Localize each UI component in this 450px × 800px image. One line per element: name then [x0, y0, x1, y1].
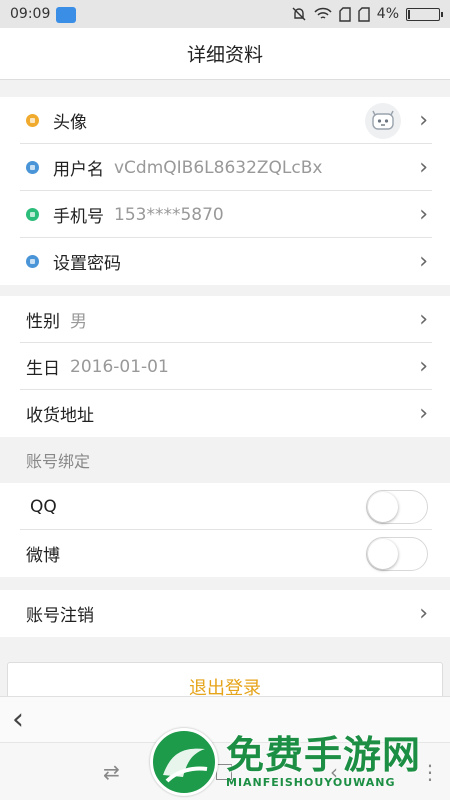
- chevron-right-icon: ›: [419, 107, 428, 133]
- profile-group: 头像 › 用户名 vCdmQIB6L8632ZQLcBx › 手机号 153**…: [0, 97, 450, 285]
- password-row[interactable]: 设置密码 ›: [0, 238, 450, 285]
- binding-section-title: 账号绑定: [0, 437, 450, 483]
- cancel-account-group: 账号注销 ›: [0, 590, 450, 637]
- avatar-row[interactable]: 头像 ›: [0, 97, 450, 144]
- qq-row: QQ: [0, 483, 450, 530]
- gender-row[interactable]: 性别 男 ›: [0, 296, 450, 343]
- avatar-face-icon: [372, 110, 394, 130]
- back-icon[interactable]: ‹: [12, 704, 24, 735]
- chevron-right-icon: ›: [419, 154, 428, 180]
- phone-value: 153****5870: [114, 204, 224, 225]
- avatar-icon: [26, 114, 39, 127]
- battery-percent: 4%: [376, 6, 399, 22]
- phone-label: 手机号: [53, 207, 104, 227]
- chevron-right-icon: ›: [419, 400, 428, 426]
- address-row[interactable]: 收货地址 ›: [0, 390, 450, 437]
- status-bar: 09:09 4%: [0, 0, 450, 28]
- qq-label: QQ: [30, 496, 57, 517]
- password-label: 设置密码: [53, 254, 121, 274]
- watermark-title: 免费手游网: [226, 731, 422, 777]
- status-time: 09:09: [10, 6, 51, 22]
- weibo-label: 微博: [26, 546, 60, 566]
- watermark-subtitle: MIANFEISHOUYOUWANG: [226, 776, 396, 790]
- gender-value: 男: [70, 312, 87, 332]
- chevron-right-icon: ›: [419, 248, 428, 274]
- binding-group: QQ 微博: [0, 483, 450, 577]
- weibo-row: 微博: [0, 530, 450, 577]
- sim2-icon: [358, 6, 370, 22]
- status-icons: 4%: [291, 6, 443, 22]
- info-group: 性别 男 › 生日 2016-01-01 › 收货地址 ›: [0, 296, 450, 437]
- page-title: 详细资料: [0, 28, 450, 80]
- watermark-emblem-icon: [150, 728, 218, 796]
- bell-off-icon: [292, 7, 306, 21]
- birthday-row[interactable]: 生日 2016-01-01 ›: [0, 343, 450, 390]
- chevron-right-icon: ›: [419, 353, 428, 379]
- address-label: 收货地址: [26, 406, 94, 426]
- battery-icon: [406, 7, 443, 21]
- chevron-right-icon: ›: [419, 201, 428, 227]
- gender-label: 性别: [26, 312, 60, 332]
- avatar[interactable]: [365, 102, 402, 139]
- sim1-icon: [339, 6, 351, 22]
- cloud-app-icon: [56, 6, 77, 23]
- weibo-toggle[interactable]: [366, 536, 428, 571]
- cancel-account-row[interactable]: 账号注销 ›: [0, 590, 450, 637]
- cancel-account-label: 账号注销: [26, 606, 94, 626]
- avatar-label: 头像: [53, 113, 87, 133]
- switch-icon[interactable]: ⇄: [103, 760, 120, 784]
- menu-icon[interactable]: ⋮: [420, 760, 440, 784]
- birthday-label: 生日: [26, 359, 60, 379]
- watermark-logo: 免费手游网 MIANFEISHOUYOUWANG: [150, 728, 421, 796]
- lock-icon: [26, 255, 39, 268]
- username-row[interactable]: 用户名 vCdmQIB6L8632ZQLcBx ›: [0, 144, 450, 191]
- user-icon: [26, 161, 39, 174]
- username-value: vCdmQIB6L8632ZQLcBx: [114, 157, 323, 178]
- wifi-icon: [314, 7, 332, 19]
- chevron-right-icon: ›: [419, 306, 428, 332]
- birthday-value: 2016-01-01: [70, 356, 169, 377]
- chevron-right-icon: ›: [419, 600, 428, 626]
- username-label: 用户名: [53, 160, 104, 180]
- phone-row[interactable]: 手机号 153****5870 ›: [0, 191, 450, 238]
- phone-icon: [26, 208, 39, 221]
- qq-toggle[interactable]: [366, 489, 428, 524]
